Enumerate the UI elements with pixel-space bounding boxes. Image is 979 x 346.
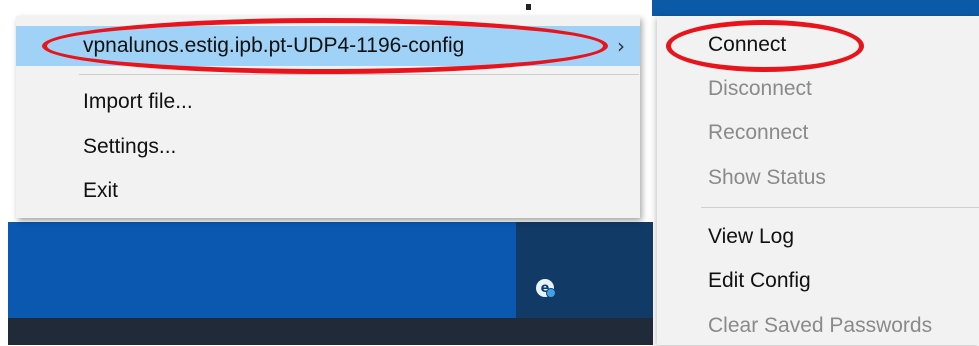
e-tray-icon[interactable]: e bbox=[536, 279, 556, 298]
chevron-right-icon: › bbox=[617, 34, 625, 58]
top-dot bbox=[526, 4, 531, 10]
submenu-separator bbox=[701, 207, 979, 208]
submenu-item-label: Show Status bbox=[708, 166, 826, 189]
window-top-strip bbox=[652, 0, 979, 16]
submenu-item-clear-saved-passwords: Clear Saved Passwords bbox=[657, 306, 979, 346]
submenu-item-show-status: Show Status bbox=[657, 158, 979, 198]
submenu-item-edit-config[interactable]: Edit Config bbox=[657, 261, 979, 301]
menu-item-label: Settings... bbox=[83, 135, 177, 158]
annotation-ellipse-connect bbox=[666, 20, 864, 72]
menu-item-label: Exit bbox=[83, 179, 119, 202]
menu-separator bbox=[79, 74, 639, 75]
submenu-item-label: Reconnect bbox=[708, 121, 809, 144]
annotation-ellipse-vpn-config bbox=[42, 18, 608, 74]
submenu-item-view-log[interactable]: View Log bbox=[657, 217, 979, 257]
menu-item-label: Import file... bbox=[83, 90, 193, 113]
menu-item-settings[interactable]: Settings... bbox=[16, 127, 640, 167]
menu-item-import-file[interactable]: Import file... bbox=[16, 82, 640, 122]
submenu-item-label: View Log bbox=[708, 225, 795, 248]
submenu-item-disconnect: Disconnect bbox=[657, 69, 979, 109]
submenu-item-label: Edit Config bbox=[708, 269, 811, 292]
submenu-item-label: Disconnect bbox=[708, 77, 812, 100]
left-edge bbox=[0, 0, 8, 345]
submenu-item-reconnect: Reconnect bbox=[657, 113, 979, 153]
menu-item-exit[interactable]: Exit bbox=[16, 171, 640, 211]
tray-icon-badge bbox=[546, 288, 556, 298]
taskbar-bottom bbox=[8, 318, 653, 345]
submenu-item-label: Clear Saved Passwords bbox=[708, 314, 933, 337]
